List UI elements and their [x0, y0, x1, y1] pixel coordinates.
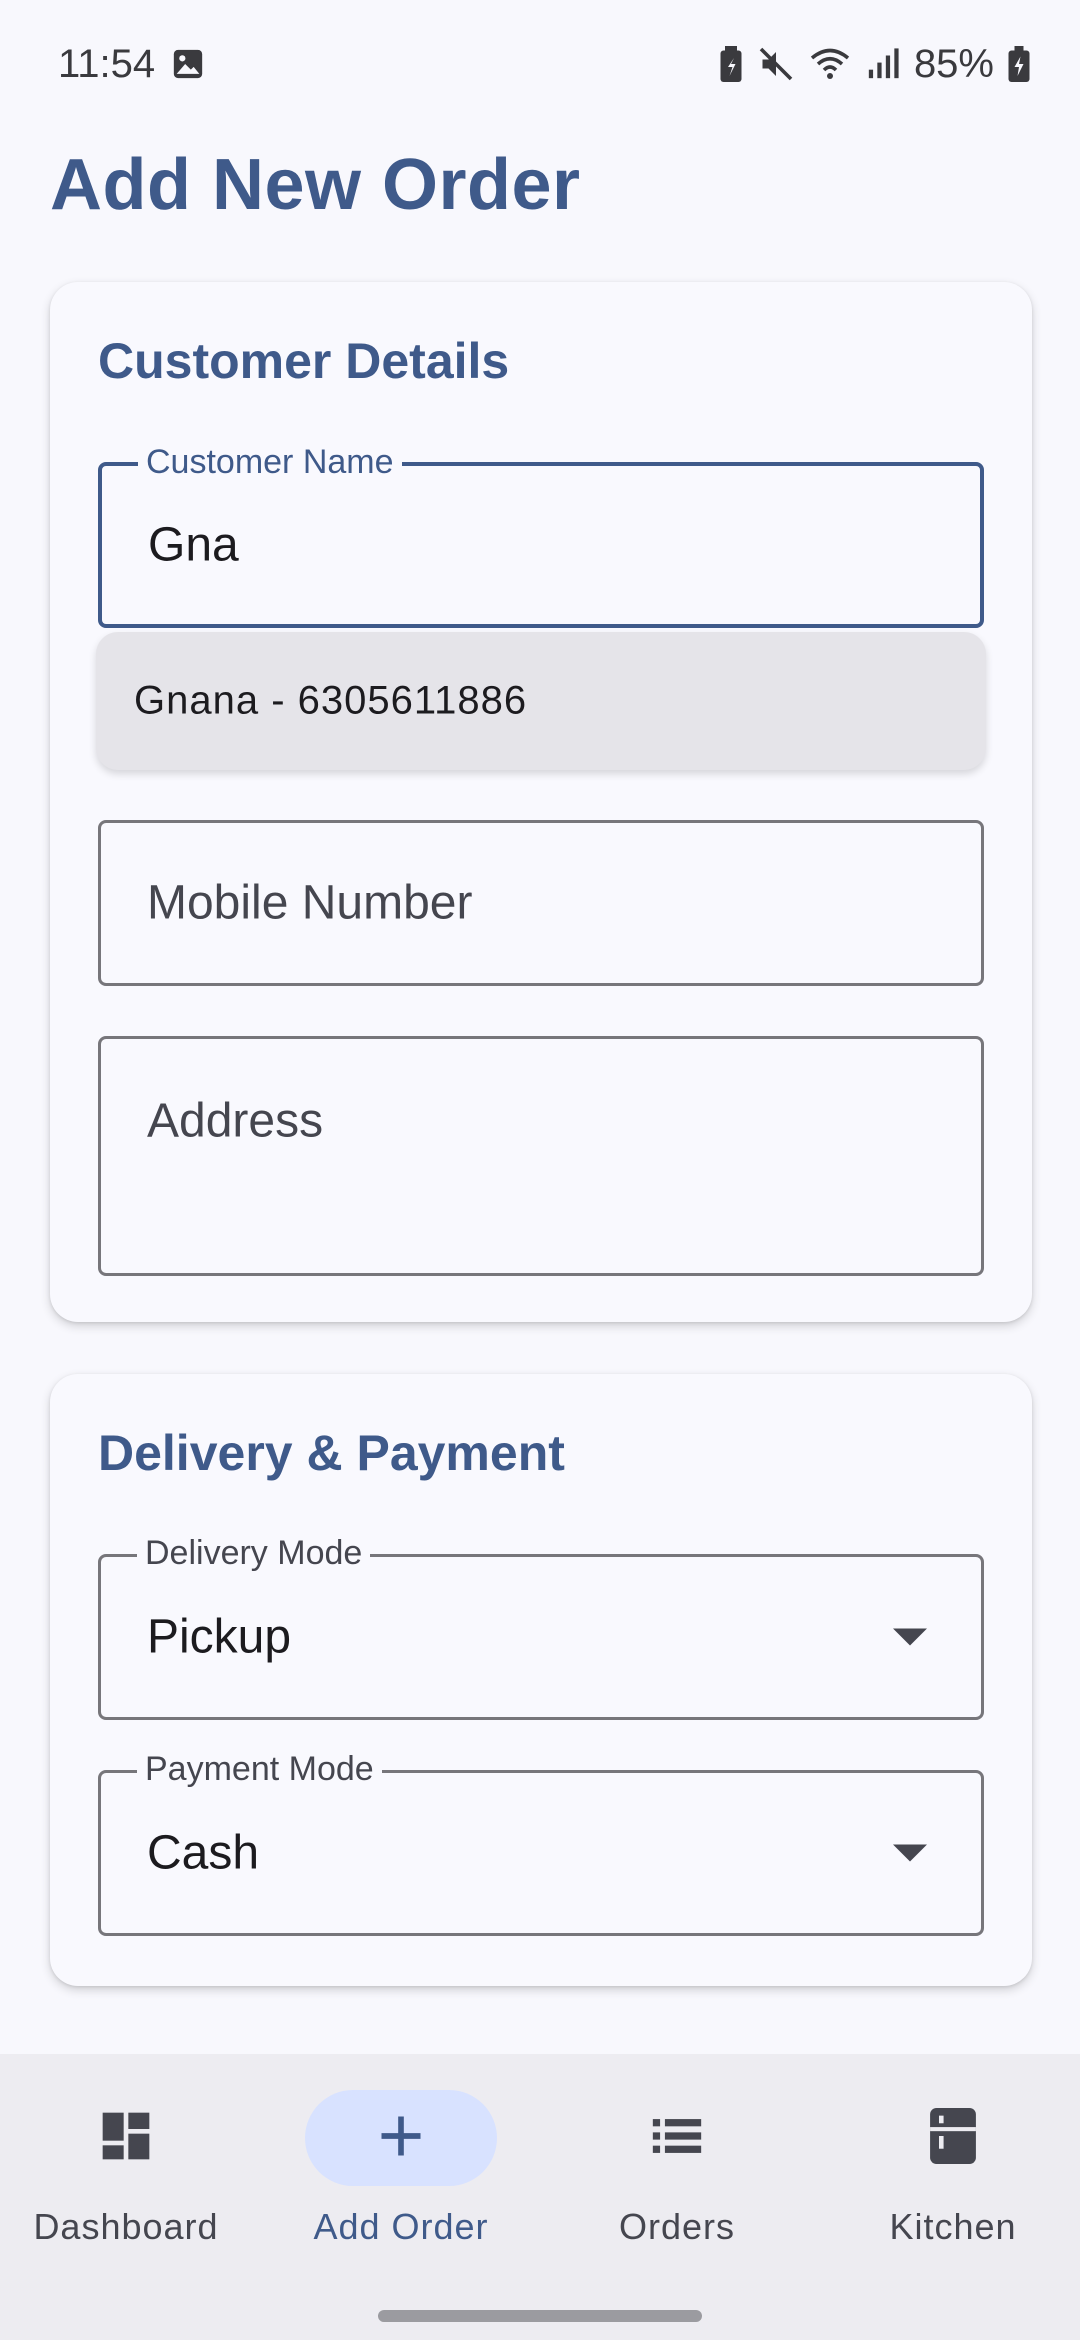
status-time: 11:54	[58, 41, 156, 86]
payment-mode-label: Payment Mode	[137, 1749, 382, 1789]
battery-charging-icon	[1008, 46, 1030, 82]
address-placeholder: Address	[147, 1094, 324, 1148]
wifi-icon	[808, 46, 852, 82]
dashboard-icon	[98, 2108, 154, 2169]
nav-icon-container	[30, 2090, 222, 2186]
battery-saver-icon	[718, 46, 744, 82]
nav-icon-container	[305, 2090, 497, 2186]
list-icon	[648, 2107, 706, 2170]
nav-label-orders: Orders	[618, 2206, 736, 2247]
delivery-mode-select[interactable]: Delivery Mode Pickup	[98, 1533, 984, 1720]
home-indicator[interactable]	[378, 2310, 702, 2322]
customer-suggestion-item[interactable]: Gnana - 6305611886	[96, 632, 986, 770]
nav-item-add-order[interactable]: Add Order	[271, 2090, 531, 2290]
delivery-payment-card: Delivery & Payment Delivery Mode Pickup …	[50, 1374, 1032, 1986]
address-field[interactable]: Address	[98, 1036, 984, 1276]
customer-suggestion-text: Gnana - 6305611886	[134, 678, 528, 723]
customer-details-card: Customer Details Customer Name Gna Gnana…	[50, 282, 1032, 1322]
kitchen-icon	[925, 2105, 981, 2172]
nav-label-add-order: Add Order	[313, 2206, 489, 2247]
nav-item-dashboard[interactable]: Dashboard	[0, 2090, 256, 2290]
mute-icon	[758, 46, 794, 82]
customer-name-value: Gna	[148, 518, 239, 572]
customer-details-title: Customer Details	[98, 333, 510, 389]
status-left: 11:54	[58, 42, 205, 87]
status-right: 85%	[718, 42, 1030, 87]
nav-icon-container	[581, 2090, 773, 2186]
delivery-payment-title: Delivery & Payment	[98, 1425, 565, 1481]
customer-name-label: Customer Name	[138, 442, 402, 482]
nav-label-dashboard: Dashboard	[33, 2206, 219, 2247]
dropdown-arrow-icon	[893, 1844, 927, 1862]
customer-name-field[interactable]: Customer Name Gna	[98, 442, 984, 628]
signal-icon	[866, 47, 900, 81]
battery-percent: 85%	[913, 41, 994, 86]
nav-icon-container	[857, 2090, 1049, 2186]
nav-label-kitchen: Kitchen	[889, 2206, 1017, 2247]
status-bar: 11:54 85%	[0, 0, 1080, 128]
page-title: Add New Order	[50, 145, 581, 225]
delivery-mode-label: Delivery Mode	[137, 1533, 371, 1573]
payment-mode-value: Cash	[147, 1826, 260, 1880]
payment-mode-select[interactable]: Payment Mode Cash	[98, 1749, 984, 1936]
add-icon	[375, 2110, 427, 2167]
image-icon	[171, 47, 205, 81]
mobile-number-placeholder: Mobile Number	[147, 876, 473, 930]
mobile-number-field[interactable]: Mobile Number	[98, 820, 984, 986]
nav-item-orders[interactable]: Orders	[547, 2090, 807, 2290]
dropdown-arrow-icon	[893, 1628, 927, 1646]
delivery-mode-value: Pickup	[147, 1610, 292, 1664]
bottom-navigation: Dashboard Add Order Orders Kitchen	[0, 2054, 1080, 2340]
nav-item-kitchen[interactable]: Kitchen	[823, 2090, 1080, 2290]
